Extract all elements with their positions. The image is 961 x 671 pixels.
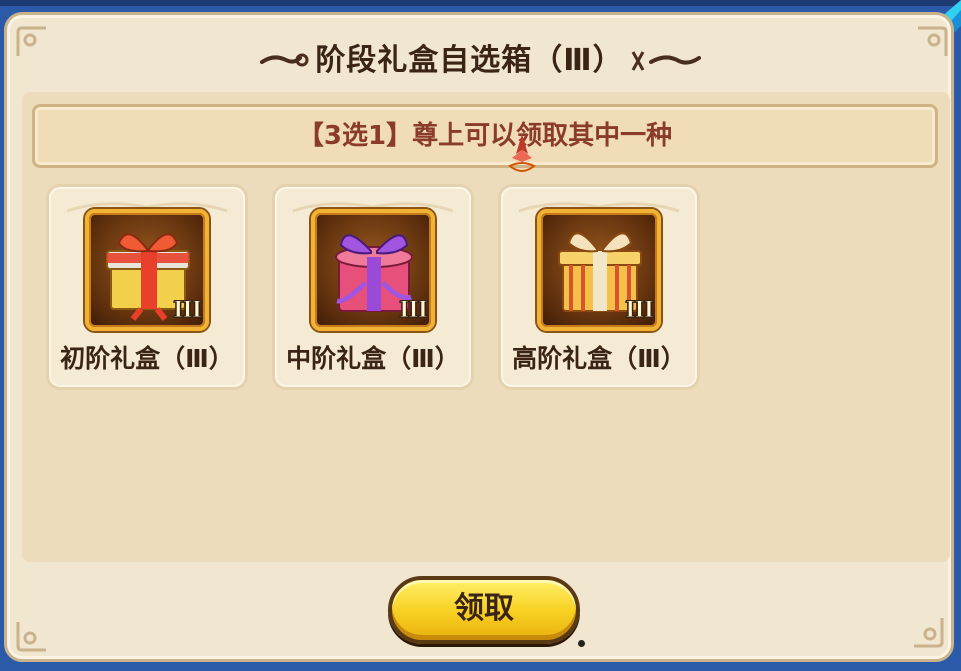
title-left-ornament-icon — [260, 53, 309, 67]
option-card-advanced[interactable]: III 高阶礼盒（Ⅲ） — [498, 184, 700, 390]
title-bar: 阶段礼盒自选箱（Ⅲ） — [0, 36, 961, 86]
tier-badge: III — [399, 297, 429, 324]
corner-ornament-icon — [914, 618, 944, 648]
tier-badge: III — [625, 297, 655, 324]
corner-ornament-icon — [16, 622, 46, 652]
title-right-ornament-icon — [631, 51, 701, 71]
info-banner: 【3选1】尊上可以领取其中一种 — [32, 104, 938, 168]
option-label: 初阶礼盒（Ⅲ） — [60, 344, 234, 373]
item-icon-frame: III — [537, 209, 661, 331]
claim-button[interactable]: 领取 — [388, 576, 580, 644]
item-icon-frame: III — [311, 209, 435, 331]
tier-badge: III — [173, 297, 203, 324]
option-card-basic[interactable]: III 初阶礼盒（Ⅲ） — [46, 184, 248, 390]
button-indicator-dot — [578, 640, 585, 647]
option-label: 中阶礼盒（Ⅲ） — [286, 344, 460, 373]
option-label: 高阶礼盒（Ⅲ） — [512, 344, 686, 373]
dialog-title: 阶段礼盒自选箱（Ⅲ） — [315, 43, 624, 78]
option-card-intermediate[interactable]: III 中阶礼盒（Ⅲ） — [272, 184, 474, 390]
item-icon-frame: III — [85, 209, 209, 331]
tap-cursor-icon — [508, 134, 536, 172]
banner-text: 【3选1】尊上可以领取其中一种 — [297, 121, 673, 151]
